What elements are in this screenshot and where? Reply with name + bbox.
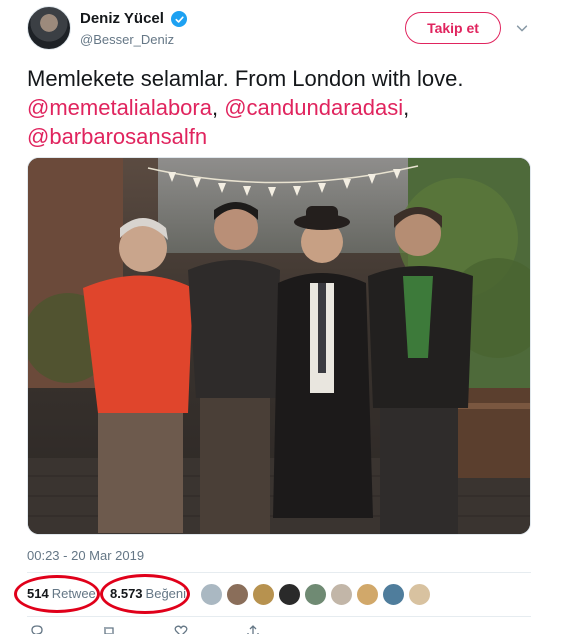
mention-link[interactable]: @memetalialabora [27, 95, 212, 120]
chevron-down-icon[interactable] [514, 20, 530, 36]
retweet-icon[interactable] [102, 624, 116, 634]
follow-button[interactable]: Takip et [405, 12, 501, 44]
liker-avatar[interactable] [226, 583, 249, 606]
liker-avatar[interactable] [408, 583, 431, 606]
share-icon[interactable] [246, 624, 260, 634]
retweets-annotation-circle [14, 575, 100, 613]
verified-badge-icon [171, 11, 187, 27]
author-avatar[interactable] [27, 6, 71, 50]
divider [27, 616, 531, 617]
likes-annotation-circle [100, 574, 190, 614]
mention-separator: , [211, 95, 225, 120]
tweet-photo[interactable] [27, 157, 531, 535]
reply-icon[interactable] [30, 624, 44, 634]
mention-separator: , [403, 95, 410, 120]
liker-avatar[interactable] [252, 583, 275, 606]
liker-avatar[interactable] [200, 583, 223, 606]
tweet-mentions-line-2: @barbarosansalfn [27, 122, 547, 151]
divider [27, 572, 531, 573]
tweet-text: Memlekete selamlar. From London with lov… [27, 64, 547, 151]
liker-avatar[interactable] [382, 583, 405, 606]
liker-avatar[interactable] [278, 583, 301, 606]
mention-link[interactable]: @candundaradasi [224, 95, 403, 120]
photo-illustration [28, 158, 530, 534]
likers-avatars [200, 583, 431, 606]
tweet-text-line: Memlekete selamlar. From London with lov… [27, 66, 464, 91]
author-name[interactable]: Deniz Yücel [80, 10, 164, 27]
liker-avatar[interactable] [304, 583, 327, 606]
tweet-mentions-line-1: @memetalialabora, @candundaradasi, [27, 93, 547, 122]
tweet-timestamp[interactable]: 00:23 - 20 Mar 2019 [27, 548, 144, 563]
mention-link[interactable]: @barbarosansalfn [27, 124, 207, 149]
liker-avatar[interactable] [356, 583, 379, 606]
liker-avatar[interactable] [330, 583, 353, 606]
like-icon[interactable] [174, 624, 188, 634]
author-handle[interactable]: @Besser_Deniz [80, 32, 174, 47]
